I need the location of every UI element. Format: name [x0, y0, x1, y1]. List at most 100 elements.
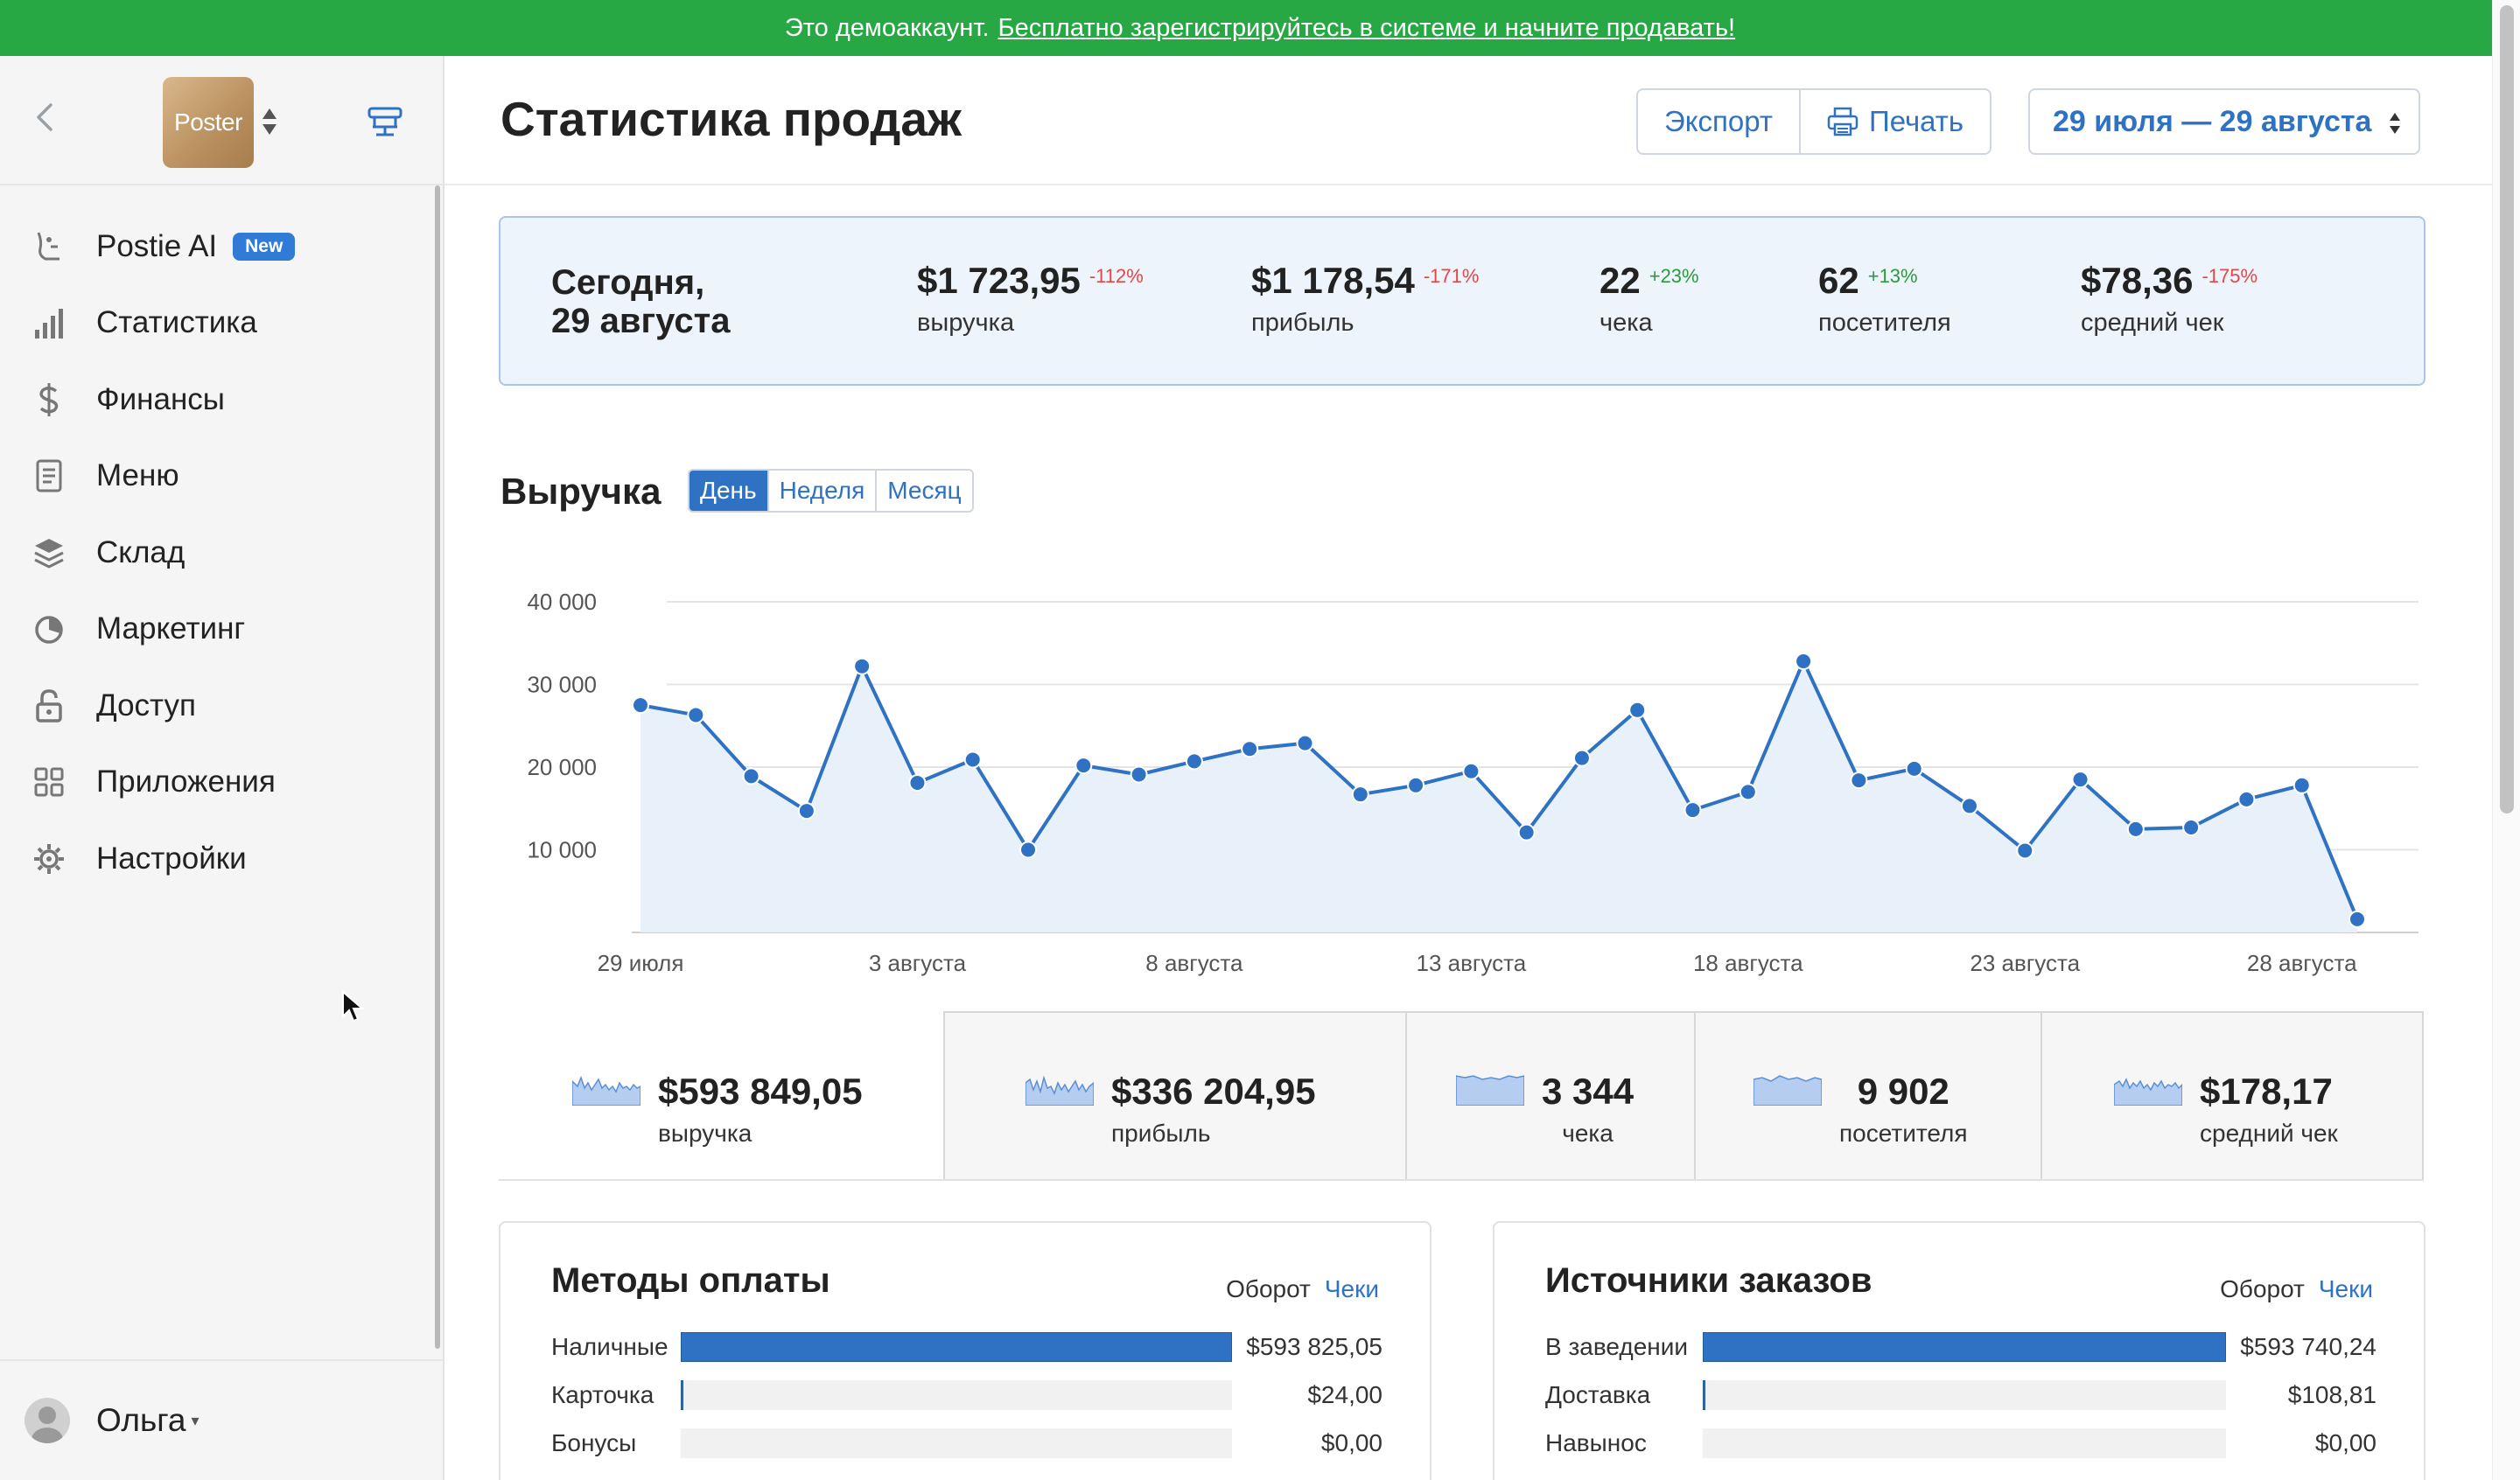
revenue-point [2126, 820, 2145, 838]
order-sources-card: Источники заказов Оборот Чеки В заведении… [1493, 1221, 2426, 1480]
checks-sparkline-icon [1456, 1075, 1524, 1106]
bar-track [681, 1380, 1232, 1410]
sidebar-scrollbar[interactable] [435, 185, 440, 1349]
chevron-left-icon[interactable] [32, 100, 58, 135]
printer-icon [1827, 107, 1858, 136]
kpi-value: $78,36 [2081, 260, 2194, 301]
kpi-value: 22 [1600, 260, 1641, 301]
sidebar-nav: Postie AI New Статистика Финансы Меню Ск… [0, 208, 438, 897]
revenue-point [1850, 771, 1868, 790]
today-title: Сегодня, 29 августа [551, 263, 730, 340]
kpi-delta: +23% [1648, 265, 1699, 287]
kpi-label: средний чек [2081, 309, 2224, 337]
revenue-point [1407, 776, 1425, 794]
metric-switch: Оборот Чеки [1226, 1275, 1379, 1303]
sidebar-item-finance[interactable]: Финансы [0, 361, 438, 438]
revenue-point [1130, 765, 1148, 784]
x-tick-label: 28 августа [2247, 950, 2357, 976]
sidebar-item-statistics[interactable]: Статистика [0, 285, 438, 362]
new-badge: New [233, 232, 296, 261]
page-scrollbar[interactable] [2492, 0, 2520, 1480]
sort-arrows-icon[interactable] [261, 107, 278, 136]
card-title: Методы оплаты [551, 1261, 830, 1300]
bar-fill [1703, 1332, 2226, 1362]
total-label: средний чек [2200, 1120, 2338, 1147]
apps-grid-icon [32, 764, 66, 799]
sidebar-item-label: Статистика [96, 305, 257, 340]
page-scrollbar-thumb[interactable] [2500, 5, 2514, 813]
demo-banner: Это демоаккаунт. Бесплатно зарегистрируй… [0, 0, 2520, 56]
period-month-button[interactable]: Месяц [875, 471, 971, 511]
bar-fill [681, 1332, 1232, 1362]
total-profit[interactable]: $336 204,95 прибыль [943, 1011, 1405, 1179]
y-tick-label: 30 000 [527, 672, 597, 698]
revenue-point [1185, 752, 1203, 771]
period-day-button[interactable]: День [690, 471, 767, 511]
print-button[interactable]: Печать [1799, 90, 1990, 153]
export-button[interactable]: Экспорт [1638, 90, 1799, 153]
sidebar-item-label: Меню [96, 458, 179, 493]
kpi-value: $1 178,54 [1251, 260, 1415, 301]
account-logo[interactable]: Poster [163, 77, 254, 168]
kpi-label: прибыль [1251, 309, 1354, 337]
bar-value: $108,81 [2287, 1381, 2376, 1408]
revenue-point [963, 750, 982, 769]
signup-link[interactable]: Бесплатно зарегистрируйтесь в системе и … [998, 14, 1736, 43]
sidebar-item-warehouse[interactable]: Склад [0, 514, 438, 591]
avatar [24, 1398, 70, 1443]
switch-turnover[interactable]: Оборот [1226, 1275, 1311, 1302]
postie-ai-icon [32, 229, 66, 264]
date-range-picker[interactable]: 29 июля — 29 августа [2028, 88, 2420, 155]
bar-label: В заведении [1545, 1333, 1689, 1360]
demo-banner-text: Это демоаккаунт. [784, 13, 990, 42]
gear-icon [32, 841, 66, 876]
switch-checks[interactable]: Чеки [2319, 1275, 2373, 1302]
sidebar-item-settings[interactable]: Настройки [0, 820, 438, 897]
period-week-button[interactable]: Неделя [766, 471, 876, 511]
header-divider [444, 184, 2492, 185]
sidebar-item-access[interactable]: Доступ [0, 667, 438, 744]
total-visitors[interactable]: 9 902 посетителя [1694, 1011, 2040, 1179]
bar-row: Карточка $24,00 [551, 1378, 1382, 1413]
kpi-value: $1 723,95 [917, 260, 1081, 301]
kpi-label: посетителя [1818, 309, 1951, 337]
revenue-point [1739, 783, 1757, 801]
revenue-point [1296, 734, 1314, 752]
bar-label: Бонусы [551, 1429, 637, 1456]
pos-terminal-icon[interactable] [366, 104, 404, 139]
total-checks[interactable]: 3 344 чека [1405, 1011, 1694, 1179]
revenue-point [1628, 701, 1647, 719]
revenue-point [2348, 910, 2366, 928]
metric-switch: Оборот Чеки [2220, 1275, 2373, 1303]
bar-value: $0,00 [1320, 1429, 1382, 1456]
revenue-point [2237, 790, 2256, 808]
y-tick-label: 20 000 [527, 754, 597, 780]
user-menu[interactable]: Ольга ▾ [0, 1359, 443, 1480]
sidebar-item-menu[interactable]: Меню [0, 438, 438, 515]
today-kpi-avg-check: $78,36 -175% средний чек [2081, 260, 2258, 338]
kpi-delta: -175% [2202, 265, 2258, 287]
bar-row: Наличные $593 825,05 [551, 1330, 1382, 1365]
switch-turnover[interactable]: Оборот [2220, 1275, 2305, 1302]
bar-row: Навынос $0,00 [1545, 1426, 2376, 1461]
total-avg-check[interactable]: $178,17 средний чек [2040, 1011, 2424, 1179]
sidebar-item-label: Postie AI [96, 228, 218, 263]
total-value: $593 849,05 [658, 1071, 863, 1112]
revenue-point [2182, 818, 2201, 836]
sidebar-item-label: Финансы [96, 381, 225, 416]
sidebar-item-apps[interactable]: Приложения [0, 744, 438, 821]
revenue-point [1241, 740, 1259, 758]
bar-value: $593 825,05 [1246, 1333, 1382, 1360]
profit-sparkline-icon [1026, 1075, 1094, 1106]
today-title-line2: 29 августа [551, 302, 731, 340]
print-label: Печать [1869, 105, 1964, 137]
revenue-point [1684, 801, 1702, 820]
revenue-point [1074, 757, 1093, 775]
revenue-point [1795, 653, 1813, 671]
sidebar-item-postie-ai[interactable]: Postie AI New [0, 208, 438, 285]
y-tick-label: 10 000 [527, 837, 597, 863]
revenue-title: Выручка [500, 471, 662, 512]
switch-checks[interactable]: Чеки [1325, 1275, 1379, 1302]
sidebar-item-marketing[interactable]: Маркетинг [0, 591, 438, 668]
total-revenue[interactable]: $593 849,05 выручка [499, 1011, 943, 1179]
